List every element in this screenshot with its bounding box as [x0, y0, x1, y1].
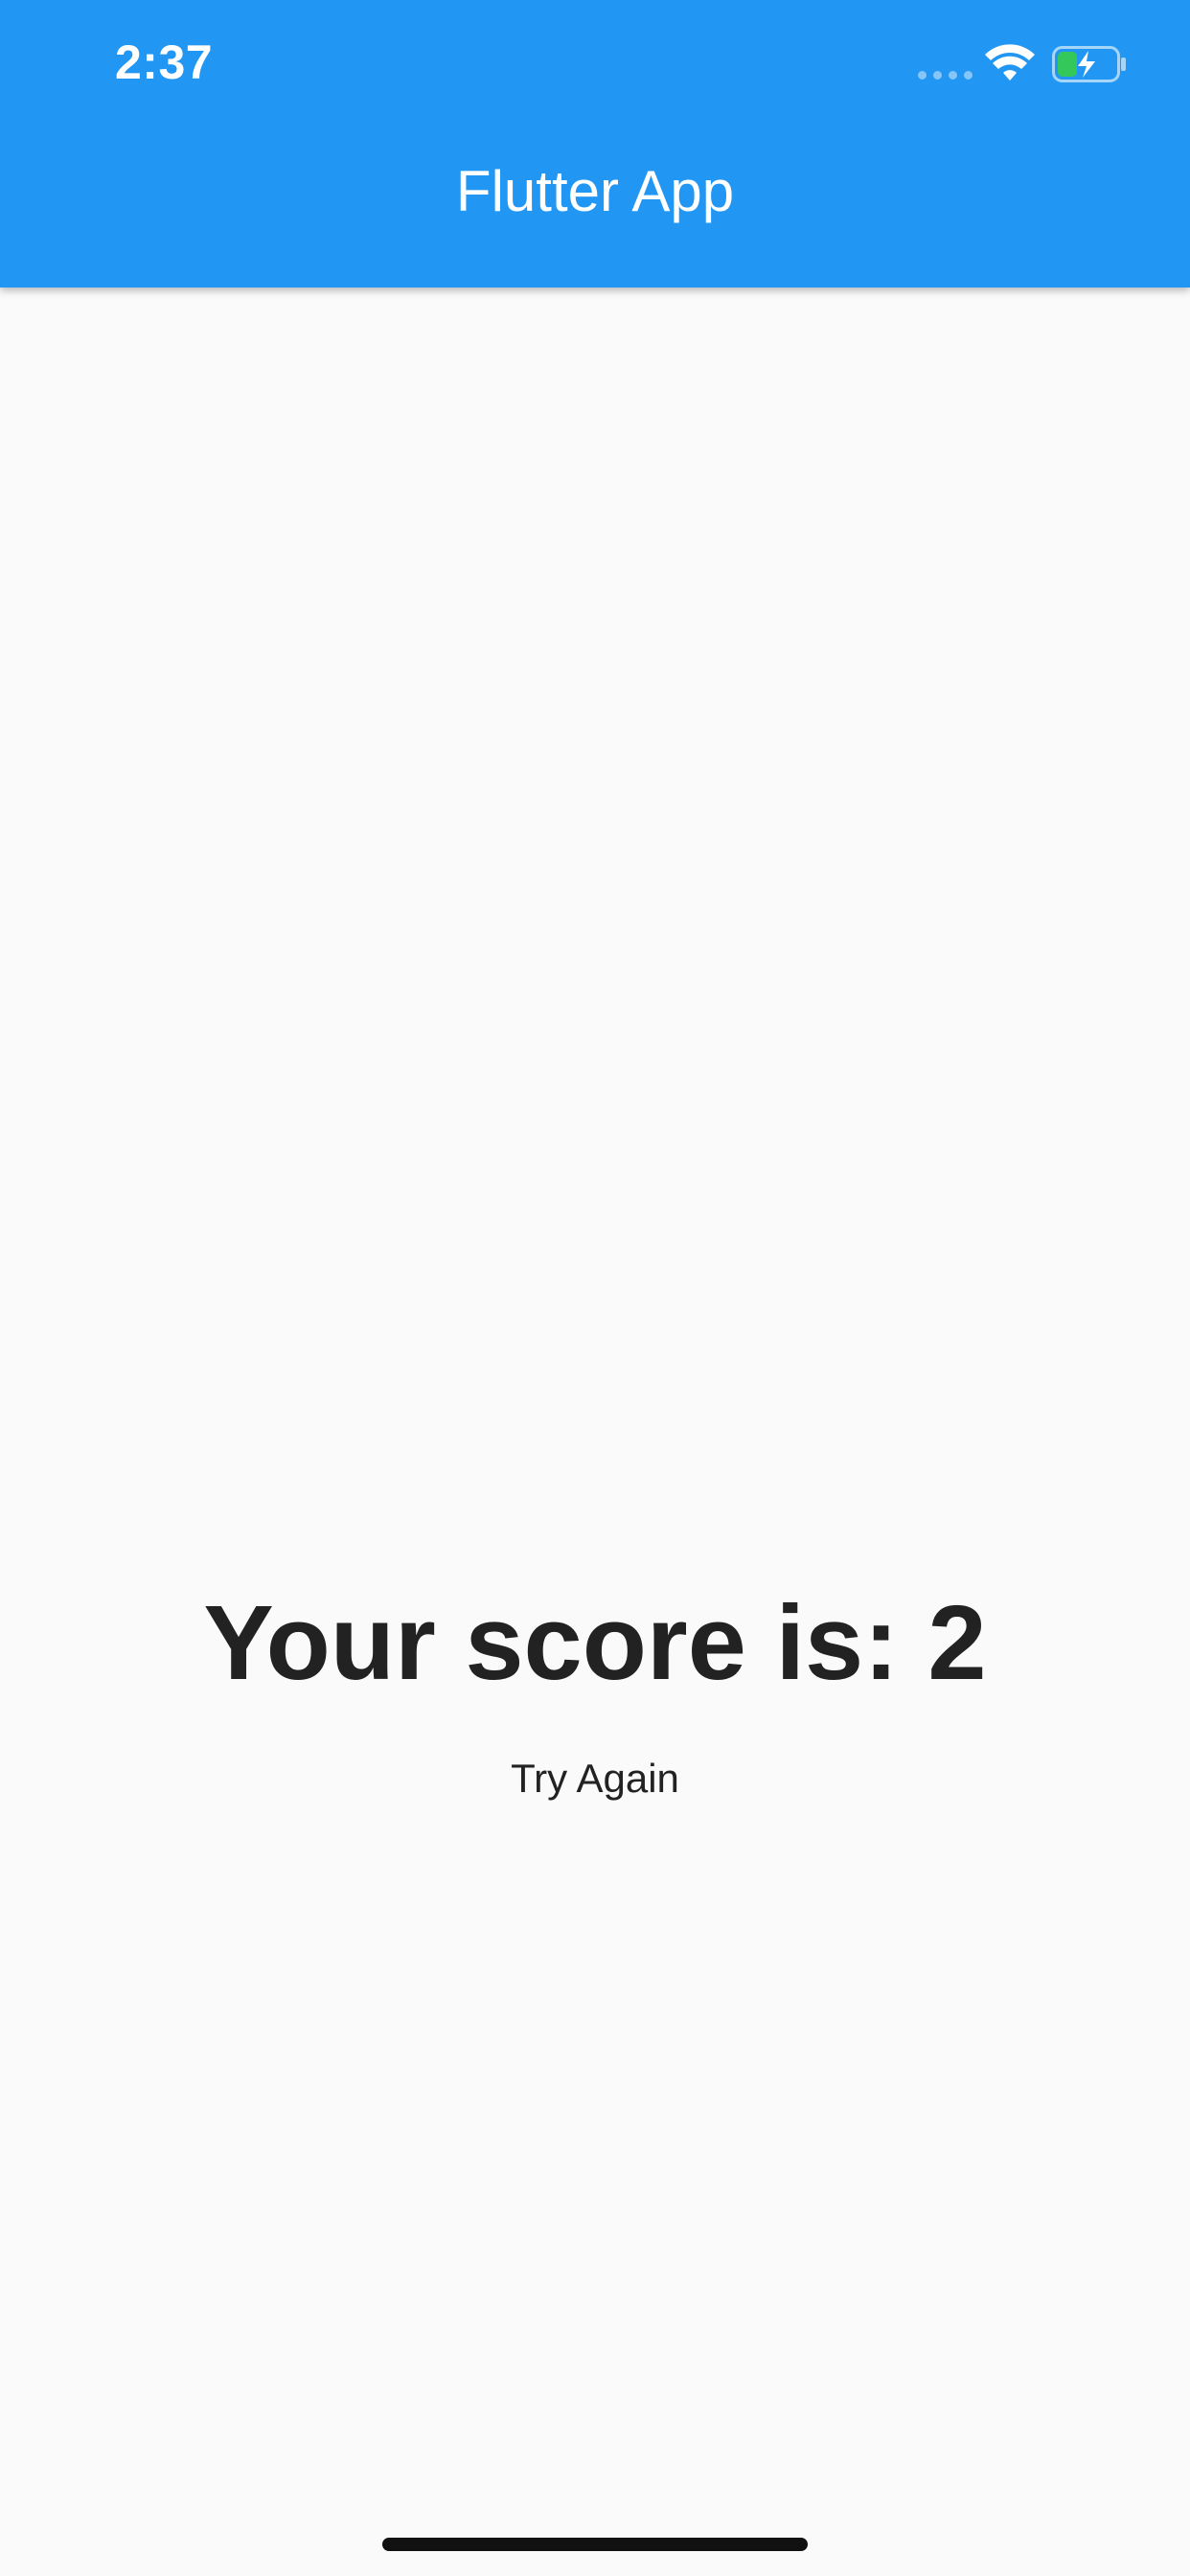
battery-charging-icon: [1052, 46, 1126, 82]
app-title: Flutter App: [455, 159, 735, 223]
status-bar: 2:37: [0, 0, 1190, 126]
app-bar: 2:37 Flutter App: [0, 0, 1190, 288]
score-text: Your score is: 2: [203, 1584, 987, 1702]
try-again-button[interactable]: Try Again: [451, 1740, 739, 1817]
wifi-icon: [985, 44, 1035, 80]
home-indicator[interactable]: [382, 2538, 808, 2551]
result-screen: Your score is: 2 Try Again: [0, 288, 1190, 2576]
signal-dots-icon: [918, 71, 973, 80]
status-time: 2:37: [115, 35, 214, 89]
